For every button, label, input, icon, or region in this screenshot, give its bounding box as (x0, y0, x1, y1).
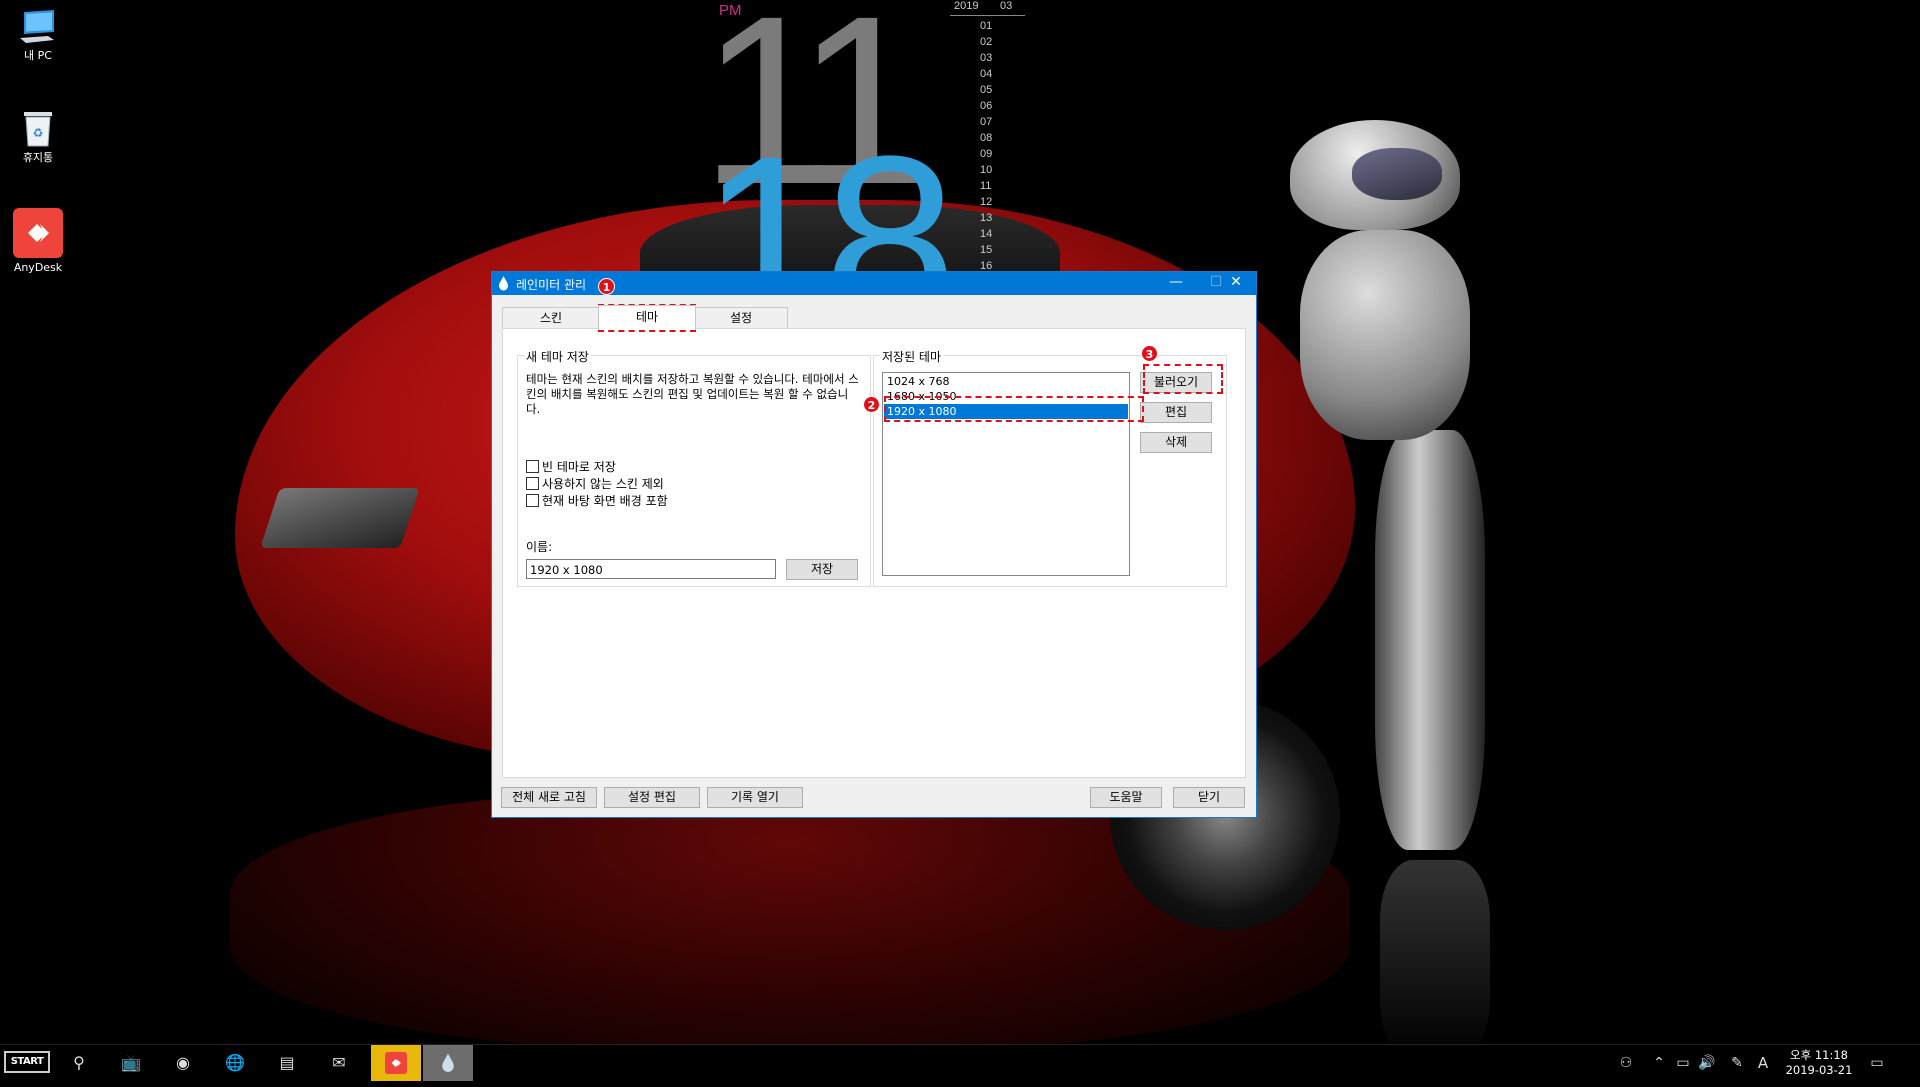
tab-themes[interactable]: 테마 (598, 305, 696, 330)
tv-icon[interactable]: 📺 (106, 1045, 156, 1081)
close-button[interactable]: 닫기 (1173, 787, 1245, 808)
desktop-icon-anydesk[interactable]: AnyDesk (8, 208, 68, 274)
taskbar: START ⚲ 📺 ◉ 🌐 ▤ ✉ ⚇ ⌃ ▭ 🔊 ✎ A 오후 11:18 2… (0, 1044, 1920, 1081)
volume-icon[interactable]: 🔊 (1698, 1045, 1716, 1081)
theme-list-item[interactable]: 1024 x 768 (884, 374, 1128, 389)
tray-clock[interactable]: 오후 11:18 2019-03-21 (1780, 1048, 1858, 1078)
calendar-day: 10 (980, 164, 993, 176)
annotation-badge: 3 (1141, 345, 1158, 362)
calendar-day: 13 (980, 212, 993, 224)
calendar-day: 11 (980, 180, 992, 192)
save-theme-button[interactable]: 저장 (786, 559, 858, 580)
calendar-divider (950, 15, 1025, 16)
svg-text:♻: ♻ (33, 126, 44, 140)
calendar-day: 15 (980, 244, 993, 256)
close-window-button[interactable]: ✕ (1216, 272, 1256, 295)
computer-icon (18, 10, 58, 44)
calendar-days: 01 02 03 04 05 06 07 08 09 10 11 12 13 1… (980, 18, 1010, 274)
theme-description: 테마는 현재 스킨의 배치를 저장하고 복원할 수 있습니다. 테마에서 스킨의… (526, 372, 859, 416)
network-icon[interactable]: ▭ (1674, 1045, 1692, 1081)
tray-time: 오후 11:18 (1790, 1048, 1848, 1062)
edit-theme-button[interactable]: 편집 (1140, 402, 1212, 423)
edit-settings-button[interactable]: 설정 편집 (604, 787, 700, 808)
group-title: 새 테마 저장 (524, 348, 591, 365)
desktop-icon-recycle-bin[interactable]: ♻ 휴지통 (8, 108, 68, 165)
people-icon[interactable]: ⚇ (1616, 1045, 1636, 1081)
calendar-day: 05 (980, 84, 993, 96)
open-log-button[interactable]: 기록 열기 (707, 787, 803, 808)
annotation-highlight-load-button (1143, 364, 1223, 394)
tab-settings[interactable]: 설정 (694, 307, 788, 328)
desktop-icon-this-pc[interactable]: 내 PC (8, 10, 68, 63)
mail-icon[interactable]: ✉ (314, 1045, 364, 1081)
browser-icon[interactable]: ◉ (158, 1045, 208, 1081)
checkbox-box[interactable] (526, 460, 539, 473)
calendar-day: 01 (980, 20, 993, 32)
calendar-day: 09 (980, 148, 993, 160)
desktop-icon-label: 내 PC (24, 49, 52, 62)
desktop-icon-label: 휴지통 (22, 151, 54, 164)
anydesk-icon (13, 208, 63, 258)
annotation-badge: 2 (863, 396, 880, 413)
window-title: 레인미터 관리 (516, 278, 587, 292)
robot-leg (1375, 430, 1485, 850)
calendar-day: 07 (980, 116, 993, 128)
group-title: 저장된 테마 (880, 348, 944, 365)
checkbox-label: 빈 테마로 저장 (542, 460, 616, 474)
calendar-day: 03 (980, 52, 993, 64)
robot-torso (1300, 230, 1470, 440)
calendar-day: 06 (980, 100, 993, 112)
calendar-day: 12 (980, 196, 993, 208)
theme-name-input[interactable]: 1920 x 1080 (526, 559, 776, 579)
save-new-theme-group: 새 테마 저장 테마는 현재 스킨의 배치를 저장하고 복원할 수 있습니다. … (517, 348, 871, 587)
input-method-indicator[interactable]: A (1754, 1045, 1772, 1081)
delete-theme-button[interactable]: 삭제 (1140, 432, 1212, 453)
globe-icon[interactable]: 🌐 (210, 1045, 260, 1081)
rainmeter-taskbar-icon[interactable] (423, 1045, 473, 1081)
tab-skins[interactable]: 스킨 (502, 307, 600, 328)
checkbox-exclude-unused[interactable]: 사용하지 않는 스킨 제외 (526, 475, 664, 492)
action-center-icon[interactable]: ▭ (1866, 1045, 1888, 1081)
minimize-button[interactable]: — (1156, 272, 1196, 295)
anydesk-taskbar-icon[interactable] (371, 1045, 421, 1081)
calendar-day: 04 (980, 68, 993, 80)
checkbox-box[interactable] (526, 494, 539, 507)
checkbox-include-wallpaper[interactable]: 현재 바탕 화면 배경 포함 (526, 492, 668, 509)
checkbox-empty-theme[interactable]: 빈 테마로 저장 (526, 458, 616, 475)
annotation-highlight-theme-item (884, 396, 1144, 422)
raindrop-icon (498, 276, 509, 291)
calendar-day: 02 (980, 36, 993, 48)
recycle-bin-icon: ♻ (21, 108, 55, 147)
tray-date: 2019-03-21 (1785, 1063, 1853, 1077)
chevron-up-icon[interactable]: ⌃ (1652, 1045, 1666, 1081)
search-icon[interactable]: ⚲ (54, 1045, 104, 1081)
checkbox-box[interactable] (526, 477, 539, 490)
refresh-all-button[interactable]: 전체 새로 고침 (501, 787, 597, 808)
robot-reflection (1380, 860, 1490, 1060)
car-headlight (260, 488, 420, 548)
calendar-month: 03 (1000, 0, 1013, 12)
calendar-day: 08 (980, 132, 993, 144)
annotation-badge: 1 (598, 278, 615, 295)
calendar-year: 2019 (954, 0, 979, 12)
help-button[interactable]: 도움말 (1090, 787, 1162, 808)
robot-visor (1352, 148, 1442, 200)
checkbox-label: 현재 바탕 화면 배경 포함 (542, 494, 668, 508)
calendar-day: 14 (980, 228, 993, 240)
start-button[interactable]: START (4, 1051, 50, 1073)
name-label: 이름: (526, 540, 553, 554)
pen-icon[interactable]: ✎ (1728, 1045, 1746, 1081)
desktop-icon-label: AnyDesk (13, 261, 63, 274)
checkbox-label: 사용하지 않는 스킨 제외 (542, 477, 664, 491)
file-explorer-icon[interactable]: ▤ (262, 1045, 312, 1081)
